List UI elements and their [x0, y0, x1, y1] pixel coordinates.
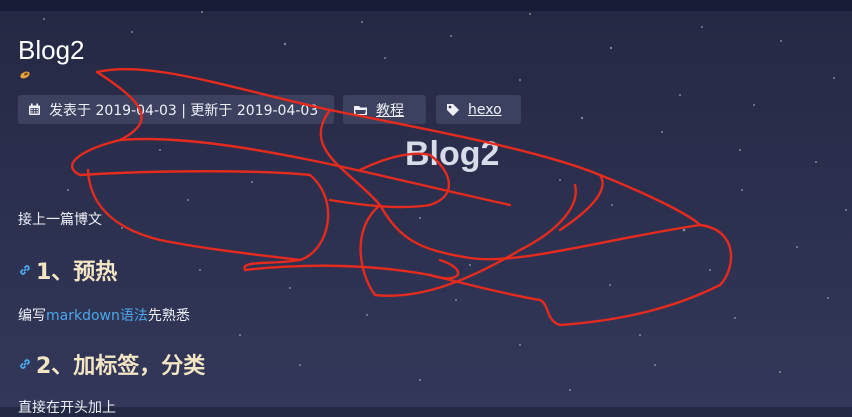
calendar-icon [29, 103, 40, 115]
section-heading-2-text: 2、加标签，分类 [36, 354, 206, 379]
rocket-icon [20, 71, 30, 79]
post-date-text: 发表于 2019-04-03 | 更新于 2019-04-03 [49, 102, 319, 119]
post-tag-meta[interactable]: hexo [436, 95, 521, 124]
section-2-paragraph: 直接在开头加上 [18, 400, 116, 416]
post-date-meta: 发表于 2019-04-03 | 更新于 2019-04-03 [18, 95, 334, 124]
section-1-text-before: 编写 [18, 308, 46, 324]
markdown-link[interactable]: markdown语法 [46, 308, 148, 324]
folder-icon [354, 105, 367, 115]
link-icon[interactable] [18, 263, 32, 277]
post-category-meta[interactable]: 教程 [343, 95, 426, 124]
section-1-paragraph: 编写markdown语法先熟悉 [18, 305, 190, 325]
tag-icon [447, 103, 459, 116]
section-heading-1-text: 1、预热 [36, 260, 118, 285]
intro-paragraph: 接上一篇博文 [18, 212, 102, 228]
post-title: Blog2 [18, 35, 85, 65]
post-content: Blog2 发表于 2019-04-03 | 更新于 2019-04-03 教程… [0, 0, 852, 416]
tag-link[interactable]: hexo [468, 102, 502, 118]
section-1-text-after: 先熟悉 [147, 308, 190, 324]
section-heading-1: 1、预热 [18, 254, 117, 286]
category-link[interactable]: 教程 [376, 100, 404, 120]
link-icon[interactable] [18, 357, 32, 371]
banner-title: Blog2 [405, 135, 500, 173]
section-heading-2: 2、加标签，分类 [18, 348, 205, 380]
